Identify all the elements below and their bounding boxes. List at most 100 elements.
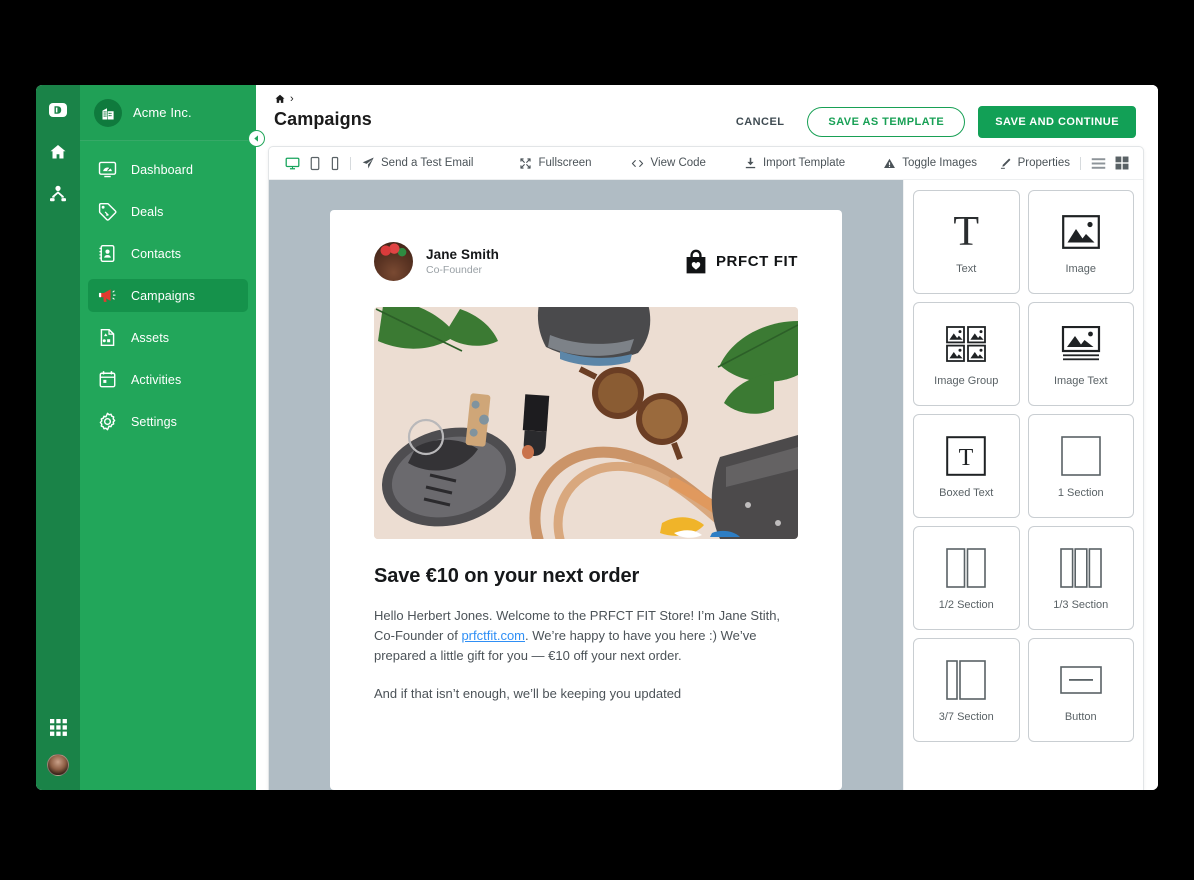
half-section-block-icon xyxy=(946,546,987,590)
properties-button[interactable]: Properties xyxy=(999,157,1070,170)
mobile-icon xyxy=(331,156,339,170)
save-and-continue-button[interactable]: SAVE AND CONTINUE xyxy=(978,106,1136,138)
palette-block-third-section[interactable]: 1/3 Section xyxy=(1027,526,1134,630)
org-name: Acme Inc. xyxy=(133,105,192,120)
properties-label: Properties xyxy=(1017,157,1070,169)
palette-block-image-group[interactable]: Image Group xyxy=(913,302,1020,406)
sidebar-item-label: Dashboard xyxy=(131,162,194,177)
toolbar-divider xyxy=(350,156,351,170)
send-test-email-button[interactable]: Send a Test Email xyxy=(361,156,473,170)
sender-name: Jane Smith xyxy=(426,247,500,262)
logo-d-button[interactable] xyxy=(43,95,73,125)
palette-block-label: 1/3 Section xyxy=(1053,598,1109,611)
sidebar-item-dashboard[interactable]: Dashboard xyxy=(88,153,248,186)
download-icon xyxy=(745,157,756,169)
sidebar-item-campaigns[interactable]: Campaigns xyxy=(88,279,248,312)
device-desktop-button[interactable] xyxy=(285,156,300,171)
email-paragraph-2[interactable]: And if that isn’t enough, we’ll be keepi… xyxy=(374,684,798,704)
expand-icon xyxy=(520,157,532,169)
toolbar-divider-2 xyxy=(1080,156,1081,170)
org-chart-icon xyxy=(50,185,66,202)
editor-body: Jane Smith Co-Founder PRFCT FIT Save €10… xyxy=(269,180,1143,790)
breadcrumb[interactable]: › xyxy=(274,92,726,106)
rail-org-chart-button[interactable] xyxy=(43,179,73,209)
email-preview[interactable]: Jane Smith Co-Founder PRFCT FIT Save €10… xyxy=(330,210,842,790)
view-code-label: View Code xyxy=(650,157,706,169)
image-block-icon xyxy=(1061,210,1100,254)
grid-view-button[interactable] xyxy=(1115,156,1129,170)
palette-block-label: Image xyxy=(1065,262,1097,275)
palette-block-label: Boxed Text xyxy=(939,486,994,499)
sidebar-item-activities[interactable]: Activities xyxy=(88,363,248,396)
org-avatar xyxy=(94,98,122,127)
palette-block-1-section[interactable]: 1 Section xyxy=(1027,414,1134,518)
brand-lockup: PRFCT FIT xyxy=(684,249,798,275)
gear-icon xyxy=(96,411,118,433)
palette-block-image[interactable]: Image xyxy=(1027,190,1134,294)
boxed-text-block-icon: T xyxy=(946,434,987,478)
sidebar-item-label: Activities xyxy=(131,372,182,387)
sidebar-item-contacts[interactable]: Contacts xyxy=(88,237,248,270)
email-link[interactable]: prfctfit.com xyxy=(461,628,525,643)
email-paragraph-1[interactable]: Hello Herbert Jones. Welcome to the PRFC… xyxy=(374,606,798,666)
rail-home-button[interactable] xyxy=(43,137,73,167)
three-seventh-section-block-icon xyxy=(946,658,987,702)
sidebar-item-settings[interactable]: Settings xyxy=(88,405,248,438)
toggle-images-button[interactable]: Toggle Images xyxy=(883,157,977,170)
toggle-images-label: Toggle Images xyxy=(902,157,977,169)
sidebar-collapse-toggle[interactable] xyxy=(248,130,265,147)
email-header-row: Jane Smith Co-Founder PRFCT FIT xyxy=(374,242,798,281)
dashboard-icon xyxy=(96,159,118,181)
sender-text: Jane Smith Co-Founder xyxy=(426,247,499,276)
fullscreen-button[interactable]: Fullscreen xyxy=(519,157,592,170)
view-code-button[interactable]: View Code xyxy=(630,157,706,170)
sidebar-item-label: Deals xyxy=(131,204,164,219)
apps-grid-button[interactable] xyxy=(43,712,73,742)
palette-block-label: Button xyxy=(1064,710,1097,723)
device-mobile-button[interactable] xyxy=(330,156,340,171)
main-content: › Campaigns CANCEL SAVE AS TEMPLATE SAVE… xyxy=(256,85,1158,790)
pen-icon xyxy=(1000,158,1011,169)
sidebar-item-assets[interactable]: Assets xyxy=(88,321,248,354)
import-template-button[interactable]: Import Template xyxy=(744,156,845,170)
page-title: Campaigns xyxy=(274,109,372,129)
avatar[interactable] xyxy=(47,754,69,776)
palette-block-button[interactable]: Button xyxy=(1027,638,1134,742)
block-palette: T Text Image Image Group Image Text T Bo… xyxy=(903,180,1143,790)
sidebar-item-label: Campaigns xyxy=(131,288,196,303)
hero-image[interactable] xyxy=(374,307,798,539)
header-actions: CANCEL SAVE AS TEMPLATE SAVE AND CONTINU… xyxy=(726,92,1136,138)
grid-view-icon xyxy=(1115,156,1129,170)
monitor-icon xyxy=(285,157,300,169)
logo-d-icon xyxy=(49,103,67,117)
code-brackets-icon xyxy=(631,159,643,167)
breadcrumb-separator: › xyxy=(290,92,294,105)
svg-text:T: T xyxy=(959,445,974,471)
org-header[interactable]: Acme Inc. xyxy=(80,85,256,141)
email-heading[interactable]: Save €10 on your next order xyxy=(374,565,798,588)
building-icon xyxy=(102,107,114,119)
sidebar-item-label: Contacts xyxy=(131,246,182,261)
fullscreen-label: Fullscreen xyxy=(538,157,592,169)
tablet-icon xyxy=(310,156,320,170)
home-icon[interactable] xyxy=(274,93,286,105)
page-header: › Campaigns CANCEL SAVE AS TEMPLATE SAVE… xyxy=(256,85,1158,146)
palette-block-boxed-text[interactable]: T Boxed Text xyxy=(913,414,1020,518)
list-view-button[interactable] xyxy=(1091,157,1106,170)
sidebar-item-deals[interactable]: Deals xyxy=(88,195,248,228)
email-canvas[interactable]: Jane Smith Co-Founder PRFCT FIT Save €10… xyxy=(269,180,903,790)
save-as-template-button[interactable]: SAVE AS TEMPLATE xyxy=(807,107,966,137)
calendar-icon xyxy=(96,369,118,391)
palette-block-image-text[interactable]: Image Text xyxy=(1027,302,1134,406)
device-tablet-button[interactable] xyxy=(309,156,321,171)
shopping-bag-heart-icon xyxy=(686,249,706,273)
palette-block-half-section[interactable]: 1/2 Section xyxy=(913,526,1020,630)
triangle-warning-icon xyxy=(884,158,896,168)
apps-grid-icon xyxy=(49,718,67,736)
palette-block-label: 3/7 Section xyxy=(938,710,994,723)
hero-image-artwork xyxy=(374,307,798,539)
palette-block-text[interactable]: T Text xyxy=(913,190,1020,294)
cancel-button[interactable]: CANCEL xyxy=(726,110,795,134)
palette-block-three-seventh-section[interactable]: 3/7 Section xyxy=(913,638,1020,742)
button-block-icon xyxy=(1059,658,1102,702)
